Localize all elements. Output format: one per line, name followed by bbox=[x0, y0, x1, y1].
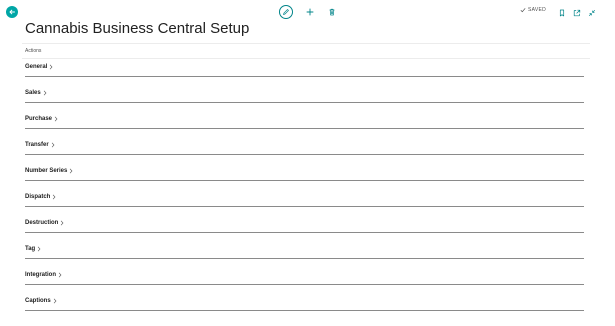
fasttab-tag[interactable]: Tag bbox=[25, 246, 584, 259]
fasttab-captions[interactable]: Captions bbox=[25, 298, 584, 311]
open-in-new-window-icon bbox=[573, 9, 581, 17]
fasttab-header: General bbox=[25, 64, 53, 70]
chevron-right-icon bbox=[53, 298, 57, 304]
fasttab-header: Dispatch bbox=[25, 194, 56, 200]
fasttab-header: Number Series bbox=[25, 168, 73, 174]
fasttab-header: Sales bbox=[25, 90, 47, 96]
fasttab-label: Dispatch bbox=[25, 194, 51, 200]
window-actions bbox=[555, 6, 600, 20]
fasttab-header: Integration bbox=[25, 272, 62, 278]
page-actions bbox=[279, 4, 339, 20]
checkmark-icon bbox=[520, 8, 526, 13]
chevron-right-icon bbox=[60, 220, 64, 226]
open-new-window-button[interactable] bbox=[570, 6, 584, 20]
delete-button[interactable] bbox=[325, 5, 339, 19]
chevron-right-icon bbox=[43, 90, 47, 96]
actions-bar: Actions bbox=[22, 43, 590, 59]
fasttab-label: Purchase bbox=[25, 116, 53, 122]
chevron-right-icon bbox=[58, 272, 62, 278]
back-arrow-icon bbox=[9, 9, 15, 15]
fasttab-purchase[interactable]: Purchase bbox=[25, 116, 584, 129]
fasttab-label: Number Series bbox=[25, 168, 68, 174]
bookmark-button[interactable] bbox=[555, 6, 569, 20]
actions-menu[interactable]: Actions bbox=[25, 48, 41, 54]
fasttab-header: Captions bbox=[25, 298, 57, 304]
fasttab-label: Integration bbox=[25, 272, 56, 278]
fasttab-label: Captions bbox=[25, 298, 51, 304]
back-button[interactable] bbox=[6, 6, 18, 18]
chevron-right-icon bbox=[54, 116, 58, 122]
collapse-button[interactable] bbox=[585, 6, 599, 20]
fasttab-label: Destruction bbox=[25, 220, 59, 226]
saved-label: SAVED bbox=[528, 7, 547, 13]
edit-button[interactable] bbox=[279, 5, 293, 19]
fasttab-number-series[interactable]: Number Series bbox=[25, 168, 584, 181]
fasttab-transfer[interactable]: Transfer bbox=[25, 142, 584, 155]
fasttab-label: Tag bbox=[25, 246, 36, 252]
fasttab-header: Tag bbox=[25, 246, 41, 252]
chevron-right-icon bbox=[69, 168, 73, 174]
fasttab-dispatch[interactable]: Dispatch bbox=[25, 194, 584, 207]
chevron-right-icon bbox=[49, 64, 53, 70]
fasttab-header: Transfer bbox=[25, 142, 55, 148]
fasttab-label: Sales bbox=[25, 90, 41, 96]
trash-icon bbox=[329, 8, 335, 16]
collapse-icon bbox=[588, 9, 596, 17]
chevron-right-icon bbox=[51, 142, 55, 148]
fasttab-integration[interactable]: Integration bbox=[25, 272, 584, 285]
fasttab-label: General bbox=[25, 64, 48, 70]
fasttab-header: Purchase bbox=[25, 116, 58, 122]
page-title: Cannabis Business Central Setup bbox=[25, 20, 250, 37]
saved-status: SAVED bbox=[520, 7, 546, 13]
plus-icon bbox=[306, 8, 314, 16]
top-action-bar: SAVED bbox=[0, 0, 615, 22]
pencil-icon bbox=[283, 9, 289, 15]
new-button[interactable] bbox=[303, 5, 317, 19]
fasttab-header: Destruction bbox=[25, 220, 64, 226]
chevron-right-icon bbox=[52, 194, 56, 200]
fasttab-destruction[interactable]: Destruction bbox=[25, 220, 584, 233]
fasttab-general[interactable]: General bbox=[25, 64, 584, 77]
fasttab-sales[interactable]: Sales bbox=[25, 90, 584, 103]
bookmark-icon bbox=[559, 9, 565, 17]
fasttab-label: Transfer bbox=[25, 142, 49, 148]
chevron-right-icon bbox=[37, 246, 41, 252]
